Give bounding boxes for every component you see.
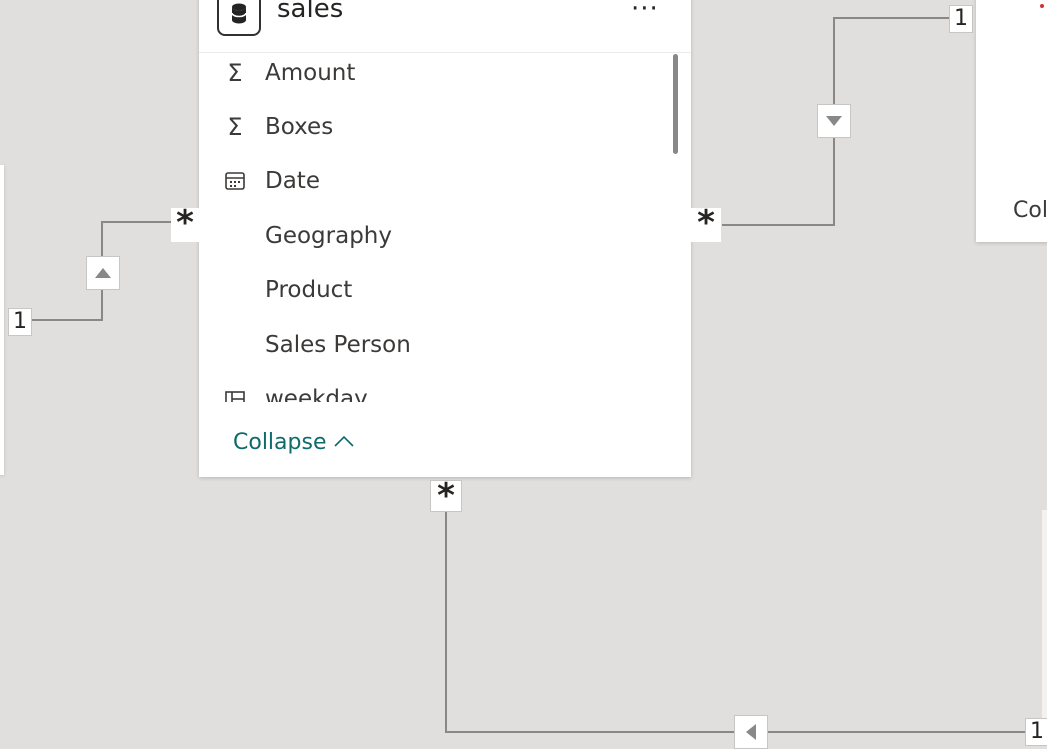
cardinality-one-right: 1 xyxy=(949,5,973,33)
table-title: sales xyxy=(277,0,344,24)
chevron-up-icon xyxy=(333,432,355,453)
right-card-collapse-text[interactable]: Col xyxy=(1013,198,1047,223)
sigma-icon: Σ xyxy=(227,113,243,141)
cardinality-one-left: 1 xyxy=(8,308,32,336)
field-label: Boxes xyxy=(265,114,334,140)
bottom-right-table-card-edge[interactable] xyxy=(1042,510,1047,720)
field-boxes[interactable]: Σ Boxes xyxy=(223,111,333,143)
field-sales-person[interactable]: Sales Person xyxy=(223,329,411,361)
database-icon xyxy=(217,0,261,36)
calendar-icon xyxy=(223,167,247,195)
filter-direction-up-icon[interactable] xyxy=(86,256,120,290)
field-label: Amount xyxy=(265,60,356,86)
field-label: Product xyxy=(265,277,353,303)
relationship-line-bottom xyxy=(445,512,1025,733)
field-weekday[interactable]: weekday xyxy=(223,383,368,402)
field-list[interactable]: Σ Amount Σ Boxes Date Geography Product … xyxy=(199,52,691,402)
right-table-card[interactable]: Col xyxy=(976,0,1047,242)
model-canvas[interactable]: Col sales ··· Σ Amount Σ Boxes Date Geog… xyxy=(0,0,1047,749)
field-geography[interactable]: Geography xyxy=(223,220,392,252)
cardinality-many-left: * xyxy=(171,206,199,242)
field-product[interactable]: Product xyxy=(223,274,352,306)
collapse-label: Collapse xyxy=(233,430,327,455)
sigma-icon: Σ xyxy=(227,59,243,87)
hierarchy-icon xyxy=(223,385,247,402)
collapse-button[interactable]: Collapse xyxy=(233,430,355,455)
sales-table-card[interactable]: sales ··· Σ Amount Σ Boxes Date Geograph… xyxy=(199,0,691,477)
cardinality-one-bottom: 1 xyxy=(1025,718,1047,746)
field-label: weekday xyxy=(265,386,368,402)
sales-table-header[interactable]: sales ··· xyxy=(199,0,691,53)
cardinality-many-bottom: * xyxy=(430,479,462,513)
filter-direction-down-icon[interactable] xyxy=(817,104,851,138)
field-amount[interactable]: Σ Amount xyxy=(223,57,355,89)
field-label: Sales Person xyxy=(265,332,411,358)
left-table-card-edge[interactable] xyxy=(0,165,4,475)
right-card-marker xyxy=(1040,4,1044,8)
more-options-button[interactable]: ··· xyxy=(631,0,659,22)
field-list-scrollbar[interactable] xyxy=(673,54,678,154)
field-label: Date xyxy=(265,168,320,194)
field-date[interactable]: Date xyxy=(223,165,320,197)
cardinality-many-right: * xyxy=(691,206,721,242)
filter-direction-left-icon[interactable] xyxy=(734,715,768,749)
field-label: Geography xyxy=(265,223,392,249)
